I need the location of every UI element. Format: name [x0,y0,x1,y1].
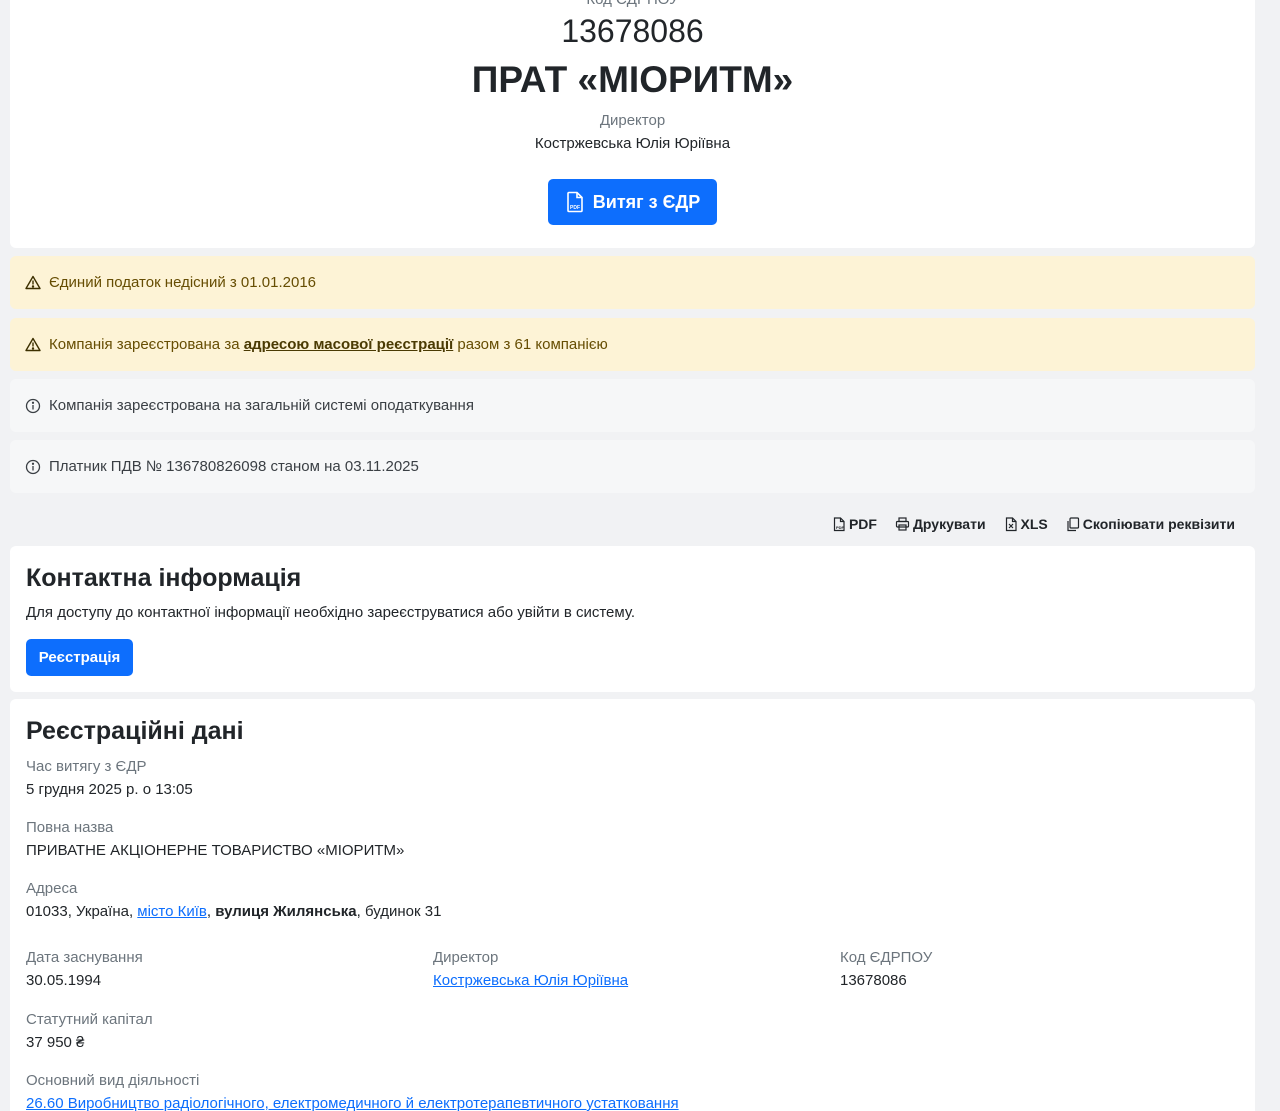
print-label: Друкувати [912,516,986,532]
extract-time-value: 5 грудня 2025 р. о 13:05 [26,781,193,798]
register-button[interactable]: Реєстрація [26,639,133,676]
mass-registration-prefix: Компанія зареєстрована за [49,336,244,353]
capital-label: Статутний капітал [26,1011,153,1028]
founded-date-value: 30.05.1994 [26,972,102,989]
mass-registration-alert: Компанія зареєстрована за адресою масово… [10,318,1255,371]
pdf-export-button[interactable]: PDF PDF [832,516,877,532]
xls-export-button[interactable]: XLS [1004,516,1048,532]
extract-time-label: Час витягу з ЄДР [26,758,147,775]
company-header-card: Код ЄДРПОУ 13678086 ПРАТ «МІОРИТМ» Дирек… [10,0,1255,248]
address-city-link[interactable]: місто Київ [137,903,207,920]
edrpou-code-label: Код ЄДРПОУ [10,0,1255,8]
warning-icon [25,337,41,352]
pdf-icon: PDF [832,516,846,532]
director-label: Директор [599,112,666,129]
warning-icon [25,275,41,290]
main-activity-label: Основний вид діяльності [26,1072,200,1089]
contact-info-text: Для доступу до контактної інформації нео… [26,604,636,621]
copy-icon [1066,516,1080,532]
director-link[interactable]: Костржевська Юлія Юріївна [433,972,628,989]
info-icon [25,398,41,414]
copy-details-label: Скопіювати реквізити [1082,516,1235,532]
address-label: Адреса [26,880,78,897]
edrpou-field-label: Код ЄДРПОУ [840,949,933,966]
edrpou-code-value: 13678086 [561,13,704,49]
mass-registration-text: Компанія зареєстрована за адресою масово… [49,336,608,353]
info-icon [25,459,41,475]
mass-registration-suffix: разом з 61 компанією [453,336,608,353]
registration-data-title: Реєстраційні дані [26,717,244,745]
address-value: 01033, Україна, місто Київ, вулиця Жилян… [26,903,441,921]
full-name-label: Повна назва [26,819,114,836]
print-button[interactable]: Друкувати [895,516,986,532]
director-name: Костржевська Юлія Юріївна [534,135,731,152]
svg-text:PDF: PDF [836,525,845,530]
excel-file-icon [1004,516,1018,532]
address-street: вулиця Жилянська [215,903,357,920]
xls-export-label: XLS [1020,516,1048,532]
edr-extract-label: Витяг з ЄДР [592,191,701,212]
vat-text: Платник ПДВ № 136780826098 станом на 03.… [49,458,419,475]
mass-registration-link[interactable]: адресою масової реєстрації [244,336,454,353]
full-name-value: ПРИВАТНЕ АКЦІОНЕРНЕ ТОВАРИСТВО «МІОРИТМ» [26,842,405,859]
edrpou-field-value: 13678086 [840,972,907,989]
pdf-export-label: PDF [848,516,877,532]
registration-data-card: Реєстраційні дані Час витягу з ЄДР 5 гру… [10,699,1255,1111]
company-name: ПРАТ «МІОРИТМ» [471,59,794,100]
main-activity-link[interactable]: 26.60 Виробництво радіологічного, електр… [26,1095,679,1111]
address-separator: , [206,903,216,920]
contact-info-title: Контактна інформація [26,564,302,592]
founded-date-label: Дата заснування [26,949,143,966]
svg-text:PDF: PDF [570,205,580,211]
printer-icon [895,517,910,531]
copy-details-button[interactable]: Скопіювати реквізити [1066,516,1235,532]
single-tax-alert: Єдиний податок недісний з 01.01.2016 [10,256,1255,309]
director-field-label: Директор [433,949,499,966]
pdf-file-icon: PDF [565,191,585,213]
tax-system-text: Компанія зареєстрована на загальній сист… [49,397,474,414]
contact-info-card: Контактна інформація Для доступу до конт… [10,546,1255,692]
edr-extract-button[interactable]: PDF Витяг з ЄДР [548,179,717,225]
address-prefix: 01033, Україна, [26,903,138,920]
tax-system-alert: Компанія зареєстрована на загальній сист… [10,379,1255,432]
address-suffix: , будинок 31 [356,903,442,920]
capital-value: 37 950 ₴ [26,1034,85,1051]
single-tax-text: Єдиний податок недісний з 01.01.2016 [49,274,317,291]
vat-alert: Платник ПДВ № 136780826098 станом на 03.… [10,440,1255,493]
export-toolbar: PDF PDF Друкувати XLS Скопіювати реквізи… [832,513,1235,535]
